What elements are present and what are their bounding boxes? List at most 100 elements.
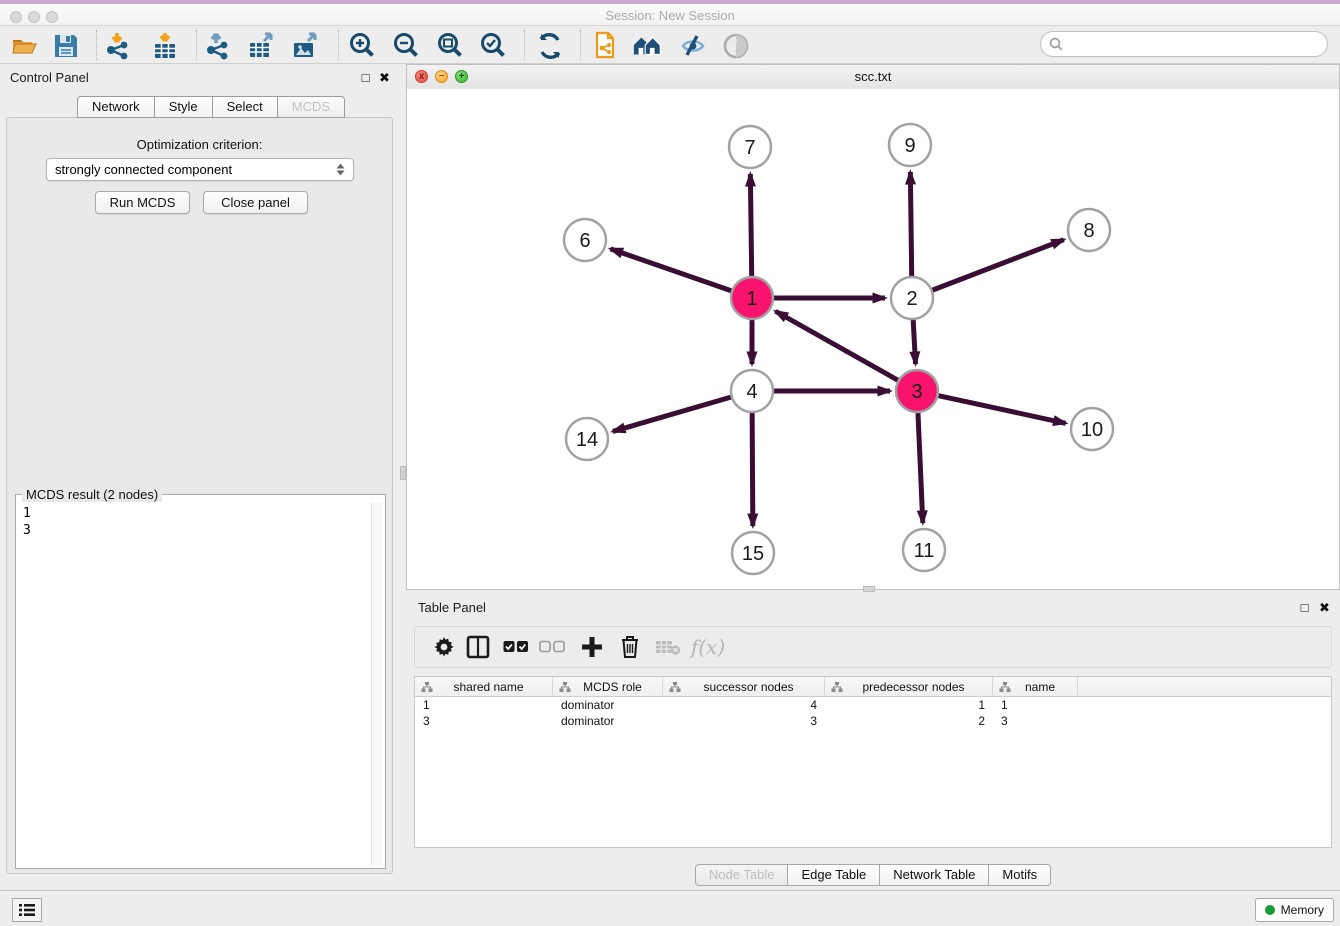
toolbar-separator bbox=[196, 30, 197, 60]
float-panel-icon[interactable]: □ bbox=[359, 71, 372, 84]
tab-style[interactable]: Style bbox=[154, 96, 212, 118]
svg-text:15: 15 bbox=[742, 543, 764, 565]
graph-edge-1-6[interactable] bbox=[611, 249, 732, 291]
optimization-criterion-select[interactable]: strongly connected component bbox=[46, 158, 354, 181]
graph-edge-3-10[interactable] bbox=[938, 396, 1065, 424]
eye-icon[interactable] bbox=[720, 30, 752, 62]
table-row[interactable]: 3dominator323 bbox=[415, 713, 1331, 729]
close-panel-icon[interactable]: ✖ bbox=[378, 71, 391, 84]
zoom-fit-icon[interactable] bbox=[434, 30, 466, 62]
table-cell[interactable]: 1 bbox=[825, 697, 993, 713]
graph-node-11[interactable]: 11 bbox=[903, 529, 945, 571]
svg-text:1: 1 bbox=[746, 288, 757, 310]
graph-node-2[interactable]: 2 bbox=[891, 277, 933, 319]
table-cell[interactable]: 4 bbox=[663, 697, 825, 713]
column-header-mcds-role[interactable]: MCDS role bbox=[553, 677, 663, 696]
memory-button[interactable]: Memory bbox=[1255, 898, 1334, 922]
optimization-criterion-value: strongly connected component bbox=[55, 162, 232, 177]
zoom-selected-icon[interactable] bbox=[477, 30, 509, 62]
toolbar-separator bbox=[96, 30, 97, 60]
tab-network[interactable]: Network bbox=[77, 96, 154, 118]
add-column-icon[interactable] bbox=[577, 632, 607, 662]
export-table-icon[interactable] bbox=[245, 30, 277, 62]
column-header-name[interactable]: name bbox=[993, 677, 1078, 696]
graph-edge-2-3[interactable] bbox=[913, 320, 915, 364]
graph-node-15[interactable]: 15 bbox=[732, 532, 774, 574]
table-cell[interactable]: 3 bbox=[663, 713, 825, 729]
graph-edge-1-7[interactable] bbox=[750, 174, 751, 276]
tab-node-table[interactable]: Node Table bbox=[695, 864, 788, 886]
tab-network-table[interactable]: Network Table bbox=[879, 864, 988, 886]
network-canvas[interactable]: 7 9 6 8 1 2 4 3 14 10 15 11 bbox=[407, 89, 1339, 589]
column-header-predecessor-nodes[interactable]: predecessor nodes bbox=[825, 677, 993, 696]
select-all-icon[interactable] bbox=[501, 632, 531, 662]
import-table-icon[interactable] bbox=[149, 30, 181, 62]
graph-edge-2-9[interactable] bbox=[910, 172, 911, 276]
table-row[interactable]: 1dominator411 bbox=[415, 697, 1331, 713]
table-cell[interactable]: dominator bbox=[553, 697, 663, 713]
float-table-panel-icon[interactable]: □ bbox=[1298, 601, 1311, 614]
graph-node-6[interactable]: 6 bbox=[564, 219, 606, 261]
export-image-icon[interactable] bbox=[289, 30, 321, 62]
graph-node-8[interactable]: 8 bbox=[1068, 209, 1110, 251]
tab-edge-table[interactable]: Edge Table bbox=[787, 864, 879, 886]
graph-node-10[interactable]: 10 bbox=[1071, 408, 1113, 450]
result-scrollbar[interactable] bbox=[371, 503, 382, 865]
memory-button-label: Memory bbox=[1281, 903, 1324, 917]
delete-column-icon[interactable] bbox=[615, 632, 645, 662]
table-cell[interactable]: 3 bbox=[415, 713, 553, 729]
settings-gear-icon[interactable] bbox=[429, 632, 459, 662]
column-header-shared-name[interactable]: shared name bbox=[415, 677, 553, 696]
column-layout-icon[interactable] bbox=[463, 632, 493, 662]
hide-panels-icon[interactable] bbox=[676, 30, 708, 62]
table-cell[interactable]: 3 bbox=[993, 713, 1078, 729]
task-history-button[interactable] bbox=[12, 898, 42, 922]
search-input[interactable] bbox=[1067, 36, 1327, 53]
graph-node-1[interactable]: 1 bbox=[731, 277, 773, 319]
graph-edge-3-1[interactable] bbox=[776, 311, 898, 380]
table-body: 1dominator4113dominator323 bbox=[415, 697, 1331, 729]
svg-text:10: 10 bbox=[1081, 419, 1103, 441]
zoom-out-icon[interactable] bbox=[390, 30, 422, 62]
table-cell[interactable]: 1 bbox=[415, 697, 553, 713]
column-type-icon bbox=[831, 681, 843, 693]
table-cell[interactable]: dominator bbox=[553, 713, 663, 729]
search-field[interactable] bbox=[1040, 31, 1328, 57]
graph-node-9[interactable]: 9 bbox=[889, 124, 931, 166]
delete-table-disabled-icon bbox=[653, 632, 683, 662]
application-window: Session: New Session bbox=[0, 0, 1340, 926]
graph-edge-4-14[interactable] bbox=[613, 397, 731, 431]
column-type-icon bbox=[559, 681, 571, 693]
export-network-icon[interactable] bbox=[202, 30, 234, 62]
new-network-file-icon[interactable] bbox=[588, 30, 620, 62]
table-cell[interactable]: 1 bbox=[993, 697, 1078, 713]
network-graph[interactable]: 7 9 6 8 1 2 4 3 14 10 15 11 bbox=[407, 89, 1339, 589]
tab-mcds[interactable]: MCDS bbox=[277, 96, 345, 118]
home-icon[interactable] bbox=[632, 30, 664, 62]
graph-edge-2-8[interactable] bbox=[933, 240, 1064, 290]
import-network-icon[interactable] bbox=[102, 30, 134, 62]
select-stepper-icon bbox=[336, 163, 345, 176]
graph-node-4[interactable]: 4 bbox=[731, 370, 773, 412]
close-panel-button[interactable]: Close panel bbox=[203, 191, 308, 214]
graph-node-7[interactable]: 7 bbox=[729, 126, 771, 168]
graph-node-14[interactable]: 14 bbox=[566, 418, 608, 460]
tab-motifs[interactable]: Motifs bbox=[988, 864, 1051, 886]
search-icon bbox=[1049, 37, 1063, 51]
graph-node-3[interactable]: 3 bbox=[896, 370, 938, 412]
graph-edge-3-11[interactable] bbox=[918, 413, 923, 523]
save-icon[interactable] bbox=[50, 30, 82, 62]
graph-edge-4-15[interactable] bbox=[752, 413, 753, 526]
deselect-all-icon[interactable] bbox=[537, 632, 567, 662]
run-mcds-button[interactable]: Run MCDS bbox=[95, 191, 190, 214]
column-header-successor-nodes[interactable]: successor nodes bbox=[663, 677, 825, 696]
horizontal-splitter-grip[interactable] bbox=[863, 586, 875, 592]
open-folder-icon[interactable] bbox=[8, 30, 40, 62]
refresh-icon[interactable] bbox=[534, 30, 566, 62]
mcds-result-textarea[interactable]: 13 bbox=[19, 503, 372, 865]
zoom-in-icon[interactable] bbox=[346, 30, 378, 62]
table-cell[interactable]: 2 bbox=[825, 713, 993, 729]
network-window-titlebar[interactable]: x − + scc.txt bbox=[407, 65, 1339, 90]
tab-select[interactable]: Select bbox=[212, 96, 277, 118]
close-table-panel-icon[interactable]: ✖ bbox=[1318, 601, 1331, 614]
